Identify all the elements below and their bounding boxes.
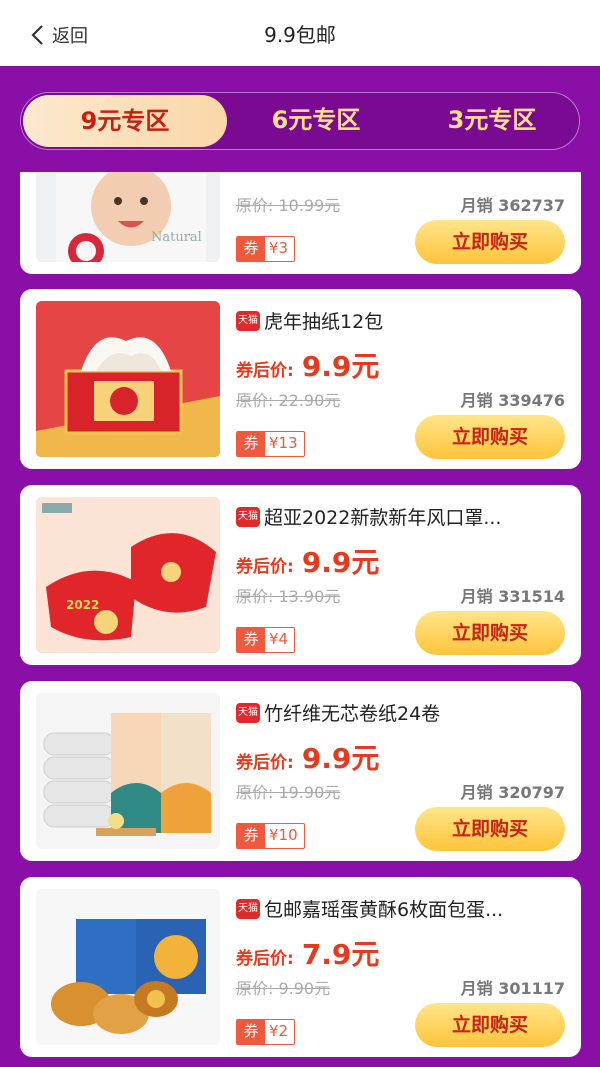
coupon-value: ¥3 — [269, 239, 289, 257]
svg-text:2022: 2022 — [66, 598, 99, 612]
coupon-label: 券 — [237, 824, 265, 848]
buy-now-button[interactable]: 立即购买 — [415, 611, 565, 655]
product-card[interactable]: 天猫 包邮嘉瑶蛋黄酥6枚面包蛋... 券后价: 7.9元 原价: 9.90元 月… — [20, 877, 581, 1057]
product-card[interactable]: 天猫 竹纤维无芯卷纸24卷 券后价: 9.9元 原价: 19.90元 月销 32… — [20, 681, 581, 861]
buy-now-button[interactable]: 立即购买 — [415, 415, 565, 459]
monthly-sales: 月销 362737 — [460, 196, 565, 215]
product-list[interactable]: Natural 原价: 10.99元 月销 362737 券 ¥3 立即购买 天… — [0, 172, 600, 1067]
coupon-label: 券 — [237, 628, 265, 652]
monthly-sales: 月销 320797 — [460, 783, 565, 802]
coupon-price: 券后价: 9.9元 — [236, 742, 380, 775]
product-image-egg-yolk-pastry — [36, 889, 220, 1045]
coupon-badge: 券 ¥10 — [236, 823, 305, 849]
coupon-label: 券 — [237, 1020, 265, 1044]
coupon-price: 券后价: 7.9元 — [236, 938, 380, 971]
coupon-badge: 券 ¥2 — [236, 1019, 296, 1045]
product-image-toilet-paper — [36, 693, 220, 849]
top-bar: 返回 9.9包邮 — [0, 0, 600, 66]
tab-6-yuan[interactable]: 6元专区 — [226, 93, 406, 148]
coupon-label: 券 — [237, 432, 265, 456]
coupon-label: 券 — [237, 237, 265, 261]
tab-3-yuan[interactable]: 3元专区 — [406, 93, 578, 148]
coupon-badge: 券 ¥3 — [236, 236, 296, 262]
product-title: 天猫 竹纤维无芯卷纸24卷 — [236, 702, 441, 725]
product-title: 天猫 包邮嘉瑶蛋黄酥6枚面包蛋... — [236, 898, 504, 921]
tmall-icon: 天猫 — [236, 702, 260, 723]
product-card[interactable]: 2022 天猫 超亚2022新款新年风口罩... 券后价: 9.9元 原价: 1… — [20, 485, 581, 665]
product-card[interactable]: Natural 原价: 10.99元 月销 362737 券 ¥3 立即购买 — [20, 172, 581, 274]
coupon-badge: 券 ¥4 — [236, 627, 296, 653]
product-image-masks: 2022 — [36, 497, 220, 653]
buy-now-button[interactable]: 立即购买 — [415, 807, 565, 851]
coupon-value: ¥10 — [269, 826, 298, 844]
coupon-price: 券后价: 9.9元 — [236, 350, 380, 383]
coupon-value: ¥13 — [269, 434, 298, 452]
buy-now-button[interactable]: 立即购买 — [415, 1003, 565, 1047]
tmall-icon: 天猫 — [236, 310, 260, 331]
page-title: 9.9包邮 — [264, 23, 336, 47]
monthly-sales: 月销 339476 — [460, 391, 565, 410]
monthly-sales: 月销 301117 — [460, 979, 565, 998]
original-price: 原价: 13.90元 — [236, 587, 341, 606]
tmall-icon: 天猫 — [236, 898, 260, 919]
original-price: 原价: 19.90元 — [236, 783, 341, 802]
product-title: 天猫 虎年抽纸12包 — [236, 310, 384, 333]
coupon-value: ¥2 — [269, 1022, 289, 1040]
coupon-price: 券后价: 9.9元 — [236, 546, 380, 579]
original-price: 原价: 10.99元 — [236, 196, 341, 215]
coupon-value: ¥4 — [269, 630, 289, 648]
price-zone-tabs: 9元专区 6元专区 3元专区 — [20, 92, 580, 150]
svg-text:Natural: Natural — [151, 230, 202, 245]
buy-now-button[interactable]: 立即购买 — [415, 220, 565, 264]
product-image-tissue — [36, 301, 220, 457]
original-price: 原价: 22.90元 — [236, 391, 341, 410]
tmall-icon: 天猫 — [236, 506, 260, 527]
product-image-diapers: Natural — [36, 172, 220, 262]
monthly-sales: 月销 331514 — [460, 587, 565, 606]
tab-9-yuan[interactable]: 9元专区 — [23, 95, 227, 147]
coupon-badge: 券 ¥13 — [236, 431, 305, 457]
original-price: 原价: 9.90元 — [236, 979, 331, 998]
product-title: 天猫 超亚2022新款新年风口罩... — [236, 506, 502, 529]
product-card[interactable]: 天猫 虎年抽纸12包 券后价: 9.9元 原价: 22.90元 月销 33947… — [20, 289, 581, 469]
